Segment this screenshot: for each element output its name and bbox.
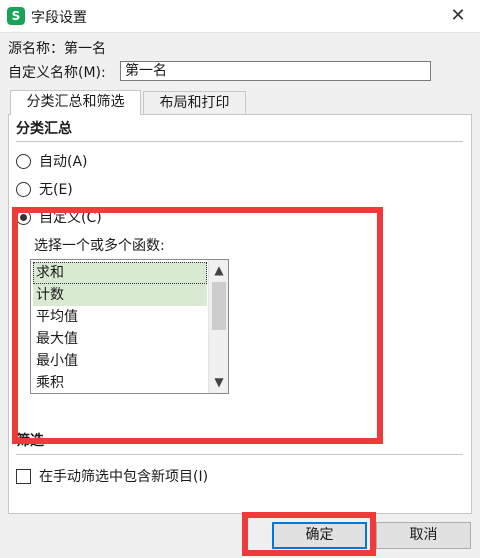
radio-none[interactable]: 无(E) xyxy=(16,179,73,199)
radio-button-icon[interactable] xyxy=(16,181,31,197)
filter-divider xyxy=(16,454,463,455)
function-prompt: 选择一个或多个函数: xyxy=(34,238,165,254)
list-item[interactable]: 乘积 xyxy=(33,372,207,394)
filter-group-title: 筛选 xyxy=(16,433,44,449)
subtotal-group-title: 分类汇总 xyxy=(16,121,72,137)
radio-button-checked-icon[interactable] xyxy=(16,209,31,225)
title-bar: S 字段设置 ✕ xyxy=(0,0,480,33)
ok-button[interactable]: 确定 xyxy=(272,522,367,549)
include-new-items-label: 在手动筛选中包含新项目(I) xyxy=(39,469,209,485)
list-item[interactable]: 平均值 xyxy=(33,306,207,328)
source-name-label: 源名称：第一名 xyxy=(8,41,106,57)
function-listbox[interactable]: 求和 计数 平均值 最大值 最小值 乘积 ▲ ▼ xyxy=(30,259,229,394)
radio-auto-label: 自动(A) xyxy=(39,154,88,170)
function-list: 求和 计数 平均值 最大值 最小值 乘积 xyxy=(33,262,207,394)
list-item[interactable]: 求和 xyxy=(33,262,207,284)
custom-name-input[interactable]: 第一名 xyxy=(120,61,431,81)
scroll-thumb[interactable] xyxy=(212,282,226,330)
cancel-button[interactable]: 取消 xyxy=(376,522,471,549)
scroll-down-arrow-icon[interactable]: ▼ xyxy=(209,374,229,390)
radio-button-icon[interactable] xyxy=(16,153,31,169)
subtotal-divider xyxy=(16,141,463,142)
radio-custom-label: 自定义(C) xyxy=(39,210,102,226)
radio-custom[interactable]: 自定义(C) xyxy=(16,207,102,227)
list-item[interactable]: 计数 xyxy=(33,284,207,306)
radio-none-label: 无(E) xyxy=(39,182,73,198)
app-icon: S xyxy=(7,7,25,25)
checkbox-icon[interactable] xyxy=(16,468,31,484)
list-item[interactable]: 最小值 xyxy=(33,350,207,372)
close-button[interactable]: ✕ xyxy=(440,2,476,30)
radio-auto[interactable]: 自动(A) xyxy=(16,151,88,171)
scroll-up-arrow-icon[interactable]: ▲ xyxy=(209,262,229,278)
listbox-scrollbar[interactable]: ▲ ▼ xyxy=(208,260,228,393)
custom-name-label: 自定义名称(M): xyxy=(8,65,106,81)
tab-subtotal-filter[interactable]: 分类汇总和筛选 xyxy=(10,90,141,115)
dialog-title: 字段设置 xyxy=(31,10,87,26)
list-item[interactable]: 最大值 xyxy=(33,328,207,350)
tab-layout-print[interactable]: 布局和打印 xyxy=(143,91,246,115)
include-new-items-checkbox-row[interactable]: 在手动筛选中包含新项目(I) xyxy=(16,466,208,486)
